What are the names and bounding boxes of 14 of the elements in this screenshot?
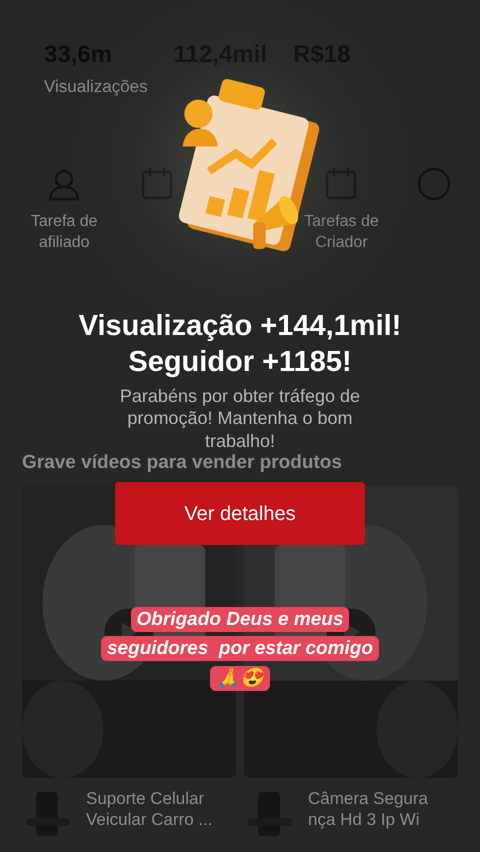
details-button[interactable]: Ver detalhes (115, 482, 365, 545)
calendar-icon[interactable] (323, 166, 360, 202)
popup-message: Parabéns por obter tráfego de promoção! Mantenha o bom trabalho! (118, 384, 362, 452)
stat-label: Visualizações (44, 76, 148, 98)
product-title: Suporte Celular Veicular Carro ... (86, 788, 214, 832)
section-heading: Grave vídeos para vender produtos (22, 451, 343, 476)
caption-text: 🙏😍 (210, 666, 270, 691)
shortcut-label: Tarefa de afiliado (30, 212, 99, 253)
shortcut-label: Tarefas de Criador (303, 212, 380, 253)
popup-title: Visualização +144,1mil! (78, 309, 402, 344)
product-title: Câmera Segura nça Hd 3 Ip Wi (308, 788, 430, 832)
caption-text: Obrigado Deus e meus (130, 607, 350, 632)
popup-title: Seguidor +1185! (127, 345, 353, 380)
caption-text: seguidores por estar comigo (100, 636, 380, 662)
